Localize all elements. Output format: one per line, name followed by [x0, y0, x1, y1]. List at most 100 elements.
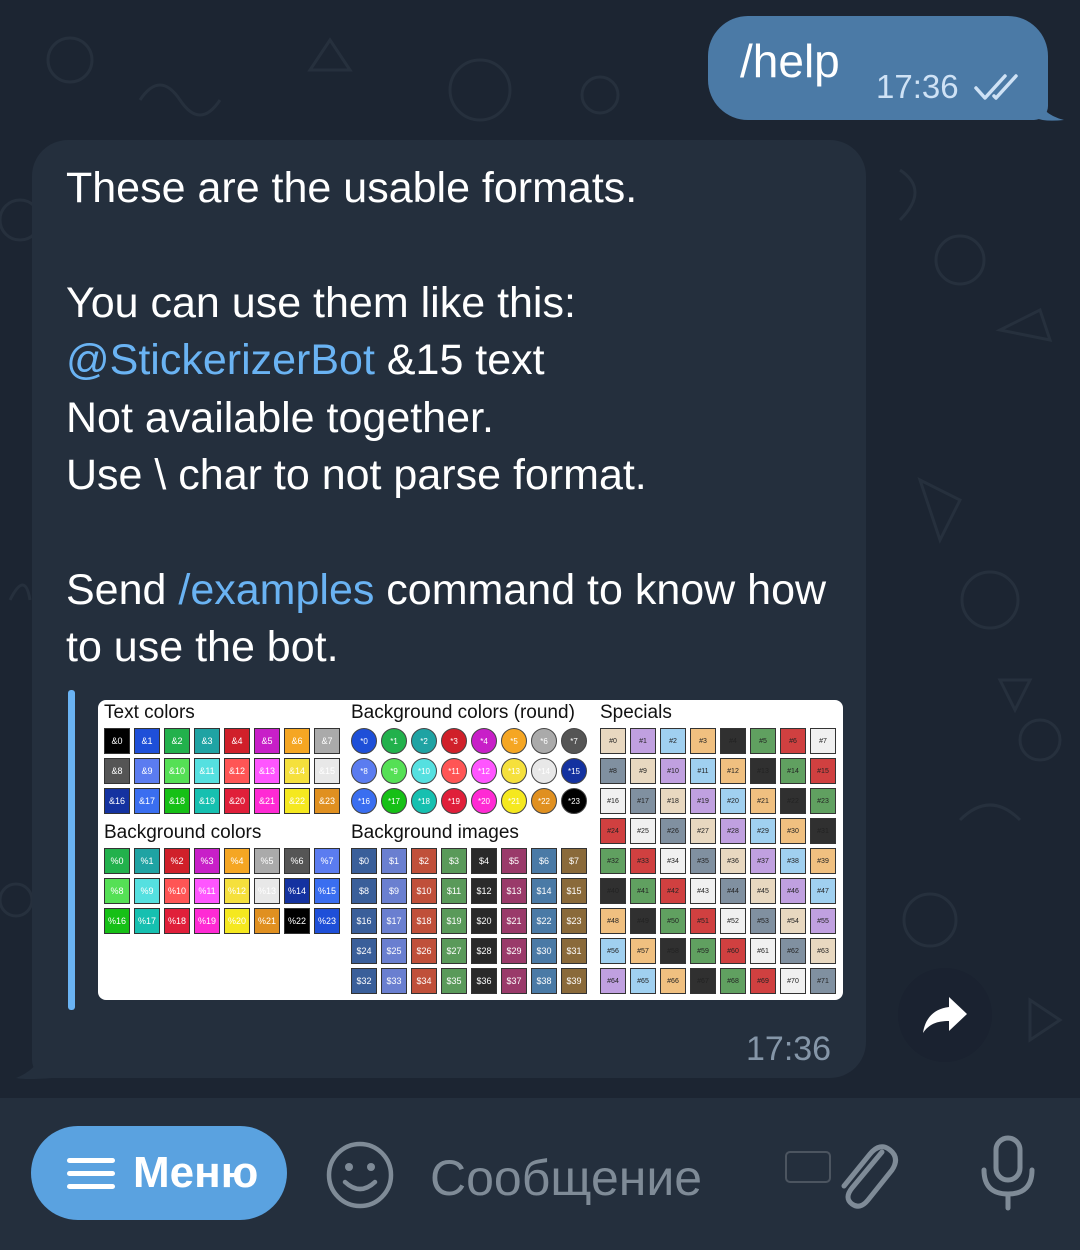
format-swatch: &1 — [134, 728, 160, 754]
format-swatch: #5 — [750, 728, 776, 754]
microphone-icon[interactable] — [978, 1134, 1038, 1214]
format-swatch: &22 — [284, 788, 310, 814]
format-swatch: *16 — [351, 788, 377, 814]
format-swatch: #15 — [810, 758, 836, 784]
format-swatch: *10 — [411, 758, 437, 784]
format-swatch: *22 — [531, 788, 557, 814]
format-swatch: #34 — [660, 848, 686, 874]
format-swatch: %6 — [284, 848, 310, 874]
format-swatch: $39 — [561, 968, 587, 994]
format-swatch: #23 — [810, 788, 836, 814]
format-swatch: #68 — [720, 968, 746, 994]
format-swatch: #31 — [810, 818, 836, 844]
format-swatch: $33 — [381, 968, 407, 994]
format-swatch: #14 — [780, 758, 806, 784]
forward-button[interactable] — [898, 968, 992, 1062]
format-swatch: $6 — [531, 848, 557, 874]
format-swatch: #8 — [600, 758, 626, 784]
format-swatch: %14 — [284, 878, 310, 904]
format-swatch: &15 — [314, 758, 340, 784]
bot-mention-link[interactable]: @StickerizerBot — [66, 336, 375, 384]
format-swatch: #6 — [780, 728, 806, 754]
format-swatch: #9 — [630, 758, 656, 784]
paperclip-icon[interactable] — [830, 1134, 900, 1214]
bot-menu-button[interactable]: Меню — [31, 1126, 287, 1220]
message-line: Use \ char to not parse format. — [66, 451, 647, 499]
message-line: Send /examples command to know how to us… — [66, 562, 846, 677]
format-swatch: &18 — [164, 788, 190, 814]
format-swatch: #51 — [690, 908, 716, 934]
message-input[interactable] — [430, 1146, 810, 1210]
format-swatch: *4 — [471, 728, 497, 754]
format-swatch: $32 — [351, 968, 377, 994]
format-swatch: #39 — [810, 848, 836, 874]
format-swatch: $31 — [561, 938, 587, 964]
format-swatch: %0 — [104, 848, 130, 874]
format-swatch: #25 — [630, 818, 656, 844]
hamburger-menu-icon — [67, 1158, 115, 1189]
format-swatch: $16 — [351, 908, 377, 934]
formats-preview-image[interactable]: Text colors Background colors (round) Sp… — [98, 700, 843, 1000]
format-swatch: &6 — [284, 728, 310, 754]
format-swatch: #62 — [780, 938, 806, 964]
format-swatch: %4 — [224, 848, 250, 874]
format-swatch: &14 — [284, 758, 310, 784]
format-swatch: *0 — [351, 728, 377, 754]
format-swatch: #65 — [630, 968, 656, 994]
specials-grid: #0 #1 #2 #3 #4 #5 #6 #7 #8 #9 #10 #11 #12 #13 #14 #15 #1… — [600, 728, 836, 994]
format-swatch: %11 — [194, 878, 220, 904]
format-swatch: #44 — [720, 878, 746, 904]
format-swatch: &20 — [224, 788, 250, 814]
format-swatch: #29 — [750, 818, 776, 844]
format-swatch: #4 — [720, 728, 746, 754]
format-swatch: %3 — [194, 848, 220, 874]
format-swatch: %12 — [224, 878, 250, 904]
format-swatch: #30 — [780, 818, 806, 844]
format-swatch: #21 — [750, 788, 776, 814]
format-swatch: &5 — [254, 728, 280, 754]
format-swatch: #22 — [780, 788, 806, 814]
format-swatch: #54 — [780, 908, 806, 934]
format-swatch: $0 — [351, 848, 377, 874]
outgoing-bubble-tail — [1036, 94, 1064, 121]
emoji-icon[interactable] — [325, 1140, 395, 1210]
format-swatch: &10 — [164, 758, 190, 784]
examples-command-link[interactable]: /examples — [178, 566, 374, 614]
format-swatch: #60 — [720, 938, 746, 964]
format-swatch: #47 — [810, 878, 836, 904]
incoming-message-time: 17:36 — [746, 1030, 832, 1068]
format-swatch: $5 — [501, 848, 527, 874]
format-swatch: #2 — [660, 728, 686, 754]
format-swatch: &23 — [314, 788, 340, 814]
format-swatch: $18 — [411, 908, 437, 934]
format-swatch: &0 — [104, 728, 130, 754]
format-swatch: #67 — [690, 968, 716, 994]
format-swatch: *23 — [561, 788, 587, 814]
format-swatch: $7 — [561, 848, 587, 874]
round-colors-grid: *0 *1 *2 *3 *4 *5 *6 *7 *8 *9 *10 *11 *12 *13 *14 *15 *1… — [351, 728, 587, 814]
format-swatch: &12 — [224, 758, 250, 784]
format-swatch: &3 — [194, 728, 220, 754]
format-swatch: *12 — [471, 758, 497, 784]
format-swatch: #13 — [750, 758, 776, 784]
format-swatch: %23 — [314, 908, 340, 934]
format-swatch: &9 — [134, 758, 160, 784]
format-swatch: $9 — [381, 878, 407, 904]
text-colors-grid: &0 &1 &2 &3 &4 &5 &6 &7 &8 &9 &10 &11 &12 &13 &14 &15 &1… — [104, 728, 340, 814]
format-swatch: #56 — [600, 938, 626, 964]
format-swatch: &7 — [314, 728, 340, 754]
format-swatch: %22 — [284, 908, 310, 934]
format-swatch: #59 — [690, 938, 716, 964]
format-swatch: $36 — [471, 968, 497, 994]
format-swatch: $17 — [381, 908, 407, 934]
format-swatch: *14 — [531, 758, 557, 784]
format-swatch: #17 — [630, 788, 656, 814]
message-line: These are the usable formats. — [66, 164, 638, 212]
format-swatch: $14 — [531, 878, 557, 904]
format-swatch: #48 — [600, 908, 626, 934]
format-swatch: #26 — [660, 818, 686, 844]
incoming-message-text: These are the usable formats. You can us… — [66, 160, 846, 677]
format-swatch: #57 — [630, 938, 656, 964]
format-swatch: %21 — [254, 908, 280, 934]
format-swatch: #7 — [810, 728, 836, 754]
